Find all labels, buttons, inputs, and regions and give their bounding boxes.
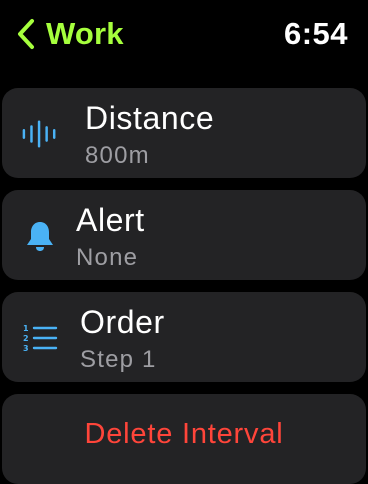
numbered-list-icon: 1 2 3	[22, 320, 58, 356]
distance-waveform-icon	[22, 116, 58, 152]
order-value: Step 1	[80, 346, 157, 373]
clock: 6:54	[283, 16, 348, 51]
order-title: Order	[80, 304, 165, 340]
order-row[interactable]: 1 2 3 Order Step 1	[2, 292, 366, 382]
alert-value: None	[76, 244, 139, 271]
chevron-left-icon	[16, 16, 38, 52]
delete-interval-label: Delete Interval	[84, 418, 284, 450]
back-button[interactable]: Work	[16, 14, 124, 54]
distance-title: Distance	[85, 100, 215, 136]
status-bar: Work 6:54	[0, 0, 368, 70]
svg-text:2: 2	[23, 334, 29, 343]
alert-title: Alert	[76, 202, 145, 238]
svg-text:3: 3	[23, 344, 29, 353]
distance-value: 800m	[85, 142, 150, 169]
bell-icon	[22, 218, 58, 254]
distance-row[interactable]: Distance 800m	[2, 88, 366, 178]
back-label: Work	[46, 16, 124, 51]
alert-row[interactable]: Alert None	[2, 190, 366, 280]
delete-interval-button[interactable]: Delete Interval	[2, 394, 366, 484]
svg-text:1: 1	[23, 324, 29, 333]
